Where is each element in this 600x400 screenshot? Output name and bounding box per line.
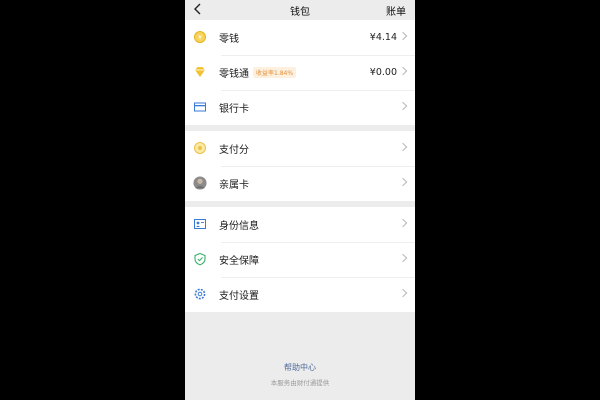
change-value: ¥4.14 — [369, 32, 397, 43]
phone-screen: 钱包 账单 ¥ 零钱 ¥4.14 零钱通 收益率1.84% ¥0.00 银行卡 — [185, 0, 415, 400]
lingqiantong-label: 零钱通 — [219, 69, 249, 80]
change-label: 零钱 — [219, 34, 239, 45]
row-bank-card[interactable]: 银行卡 — [185, 90, 415, 125]
yield-badge: 收益率1.84% — [253, 67, 297, 78]
chevron-right-icon — [398, 177, 408, 187]
chevron-right-icon — [398, 253, 408, 263]
lingqiantong-value: ¥0.00 — [369, 67, 397, 78]
chevron-right-icon — [398, 288, 408, 298]
gear-icon — [193, 287, 207, 301]
row-pay-settings[interactable]: 支付设置 — [185, 277, 415, 312]
pay-settings-label: 支付设置 — [219, 291, 259, 302]
family-card-label: 亲属卡 — [219, 180, 249, 191]
chevron-right-icon — [398, 142, 408, 152]
row-security[interactable]: 安全保障 — [185, 242, 415, 277]
pay-score-label: 支付分 — [219, 145, 249, 156]
row-pay-score[interactable]: 支付分 — [185, 131, 415, 166]
diamond-icon — [193, 65, 207, 79]
shield-icon — [193, 252, 207, 266]
service-provider-note: 本服务由财付通提供 — [270, 379, 330, 387]
coin-icon: ¥ — [193, 30, 207, 44]
chevron-right-icon — [398, 218, 408, 228]
pay-score-icon — [193, 141, 207, 155]
row-family-card[interactable]: 亲属卡 — [185, 166, 415, 201]
page-title: 钱包 — [290, 7, 310, 18]
bank-card-label: 银行卡 — [219, 104, 249, 115]
svg-text:¥: ¥ — [198, 35, 202, 42]
wallet-group-credit: 支付分 亲属卡 — [185, 131, 415, 201]
navigation-bar: 钱包 账单 — [185, 0, 415, 20]
identity-info-label: 身份信息 — [219, 221, 259, 232]
row-change[interactable]: ¥ 零钱 ¥4.14 — [185, 20, 415, 55]
bill-button[interactable]: 账单 — [386, 3, 406, 18]
row-lingqiantong[interactable]: 零钱通 收益率1.84% ¥0.00 — [185, 55, 415, 90]
bank-card-icon — [193, 100, 207, 114]
chevron-right-icon — [398, 101, 408, 111]
chevron-right-icon — [398, 31, 408, 41]
id-card-icon — [193, 217, 207, 231]
row-identity-info[interactable]: 身份信息 — [185, 207, 415, 242]
wallet-group-balance: ¥ 零钱 ¥4.14 零钱通 收益率1.84% ¥0.00 银行卡 — [185, 20, 415, 125]
security-label: 安全保障 — [219, 256, 259, 267]
family-card-avatar — [193, 176, 207, 190]
help-center-link[interactable]: 帮助中心 — [185, 362, 415, 373]
wallet-group-settings: 身份信息 安全保障 支付设置 — [185, 207, 415, 312]
chevron-right-icon — [398, 66, 408, 76]
